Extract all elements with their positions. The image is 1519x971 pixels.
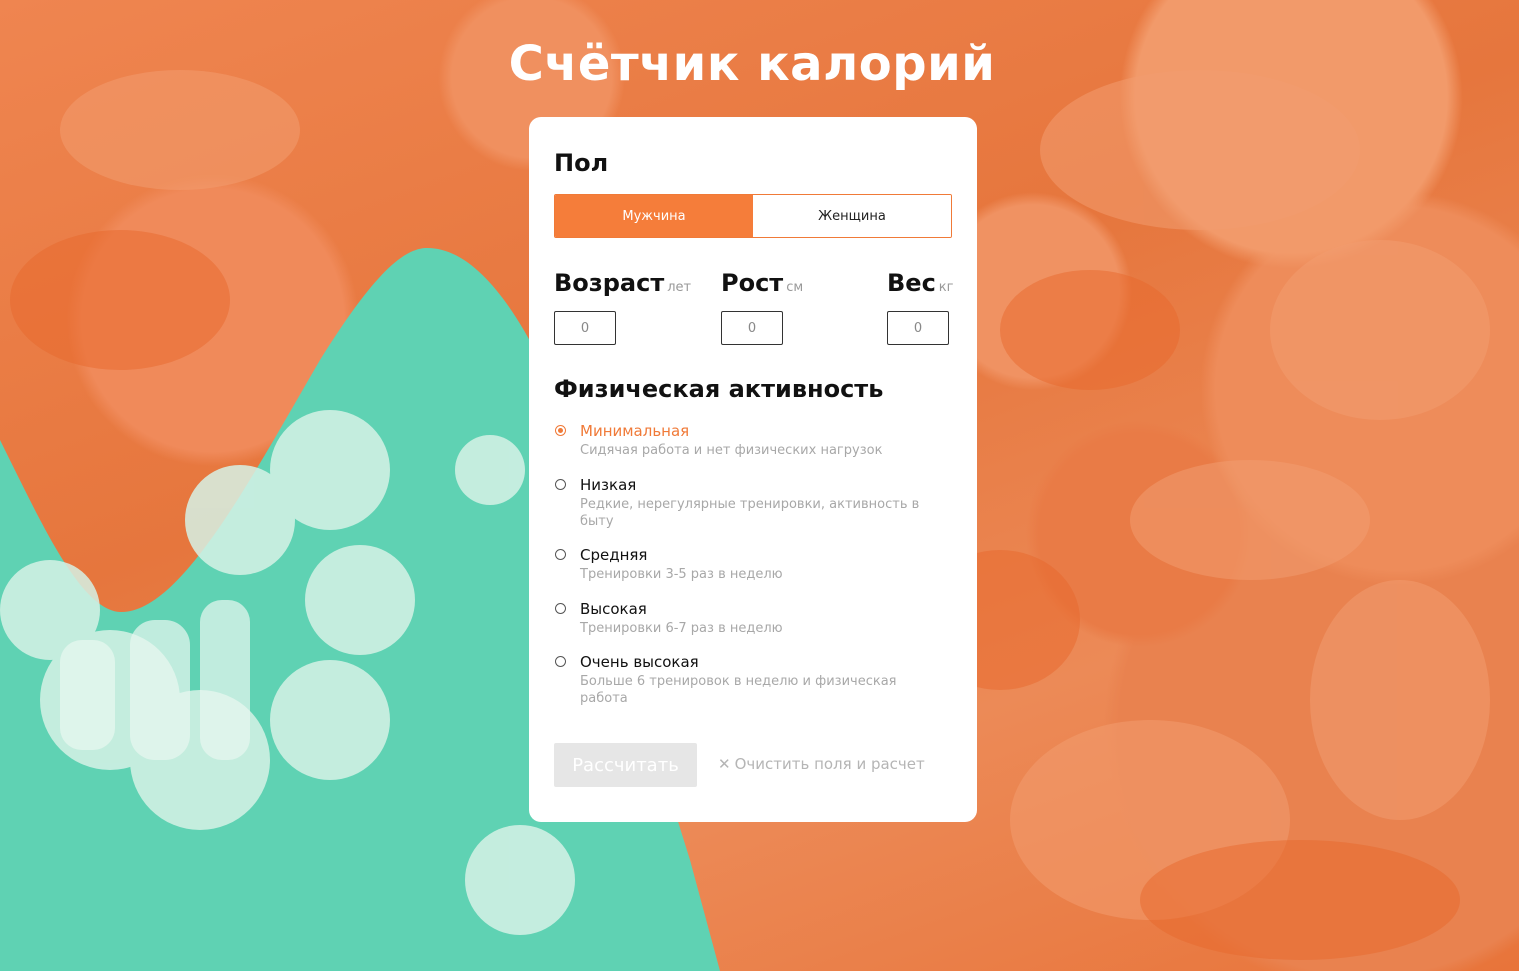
activity-option-medium[interactable]: Средняя Тренировки 3-5 раз в неделю [555,546,915,586]
radio-very-high[interactable] [555,656,566,667]
activity-description: Больше 6 тренировок в неделю и физическа… [580,674,897,706]
weight-param: Вес кг [887,269,954,345]
radio-medium[interactable] [555,549,566,560]
height-label: Рост [721,269,784,297]
clear-button[interactable]: ✕ Очистить поля и расчет [718,755,925,773]
radio-high[interactable] [555,603,566,614]
weight-label: Вес [887,269,936,297]
activity-title: Минимальная [580,422,690,440]
weight-unit: кг [938,280,954,295]
activity-option-high[interactable]: Высокая Тренировки 6-7 раз в неделю [555,600,915,640]
activity-option-minimal[interactable]: Минимальная Сидячая работа и нет физичес… [555,422,915,462]
activity-title: Средняя [580,546,648,564]
height-param: Рост см [721,269,804,345]
calculate-button[interactable]: Рассчитать [554,743,697,787]
height-input[interactable] [721,311,783,345]
clear-label: Очистить поля и расчет [734,755,925,773]
activity-section-title: Физическая активность [554,375,884,403]
gender-toggle: Мужчина Женщина [554,194,952,238]
gender-section-title: Пол [554,149,609,177]
age-unit: лет [667,280,692,295]
gender-male-button[interactable]: Мужчина [555,195,753,237]
height-unit: см [786,280,804,295]
age-input[interactable] [554,311,616,345]
age-param: Возраст лет [554,269,692,345]
activity-option-very-high[interactable]: Очень высокая Больше 6 тренировок в неде… [555,653,915,711]
close-icon: ✕ [718,755,731,773]
activity-description: Редкие, нерегулярные тренировки, активно… [580,497,920,529]
radio-low[interactable] [555,479,566,490]
activity-title: Очень высокая [580,653,699,671]
activity-title: Низкая [580,476,637,494]
radio-minimal[interactable] [555,425,566,436]
age-label: Возраст [554,269,665,297]
activity-option-low[interactable]: Низкая Редкие, нерегулярные тренировки, … [555,476,919,534]
activity-title: Высокая [580,600,647,618]
calculator-card: Пол Мужчина Женщина Возрастлет Ростсм Ве… [529,117,977,822]
gender-female-button[interactable]: Женщина [753,195,951,237]
activity-description: Сидячая работа и нет физических нагрузок [580,443,883,458]
weight-input[interactable] [887,311,949,345]
activity-description: Тренировки 3-5 раз в неделю [580,567,783,582]
activity-description: Тренировки 6-7 раз в неделю [580,621,783,636]
page-title: Счётчик калорий [508,36,996,92]
